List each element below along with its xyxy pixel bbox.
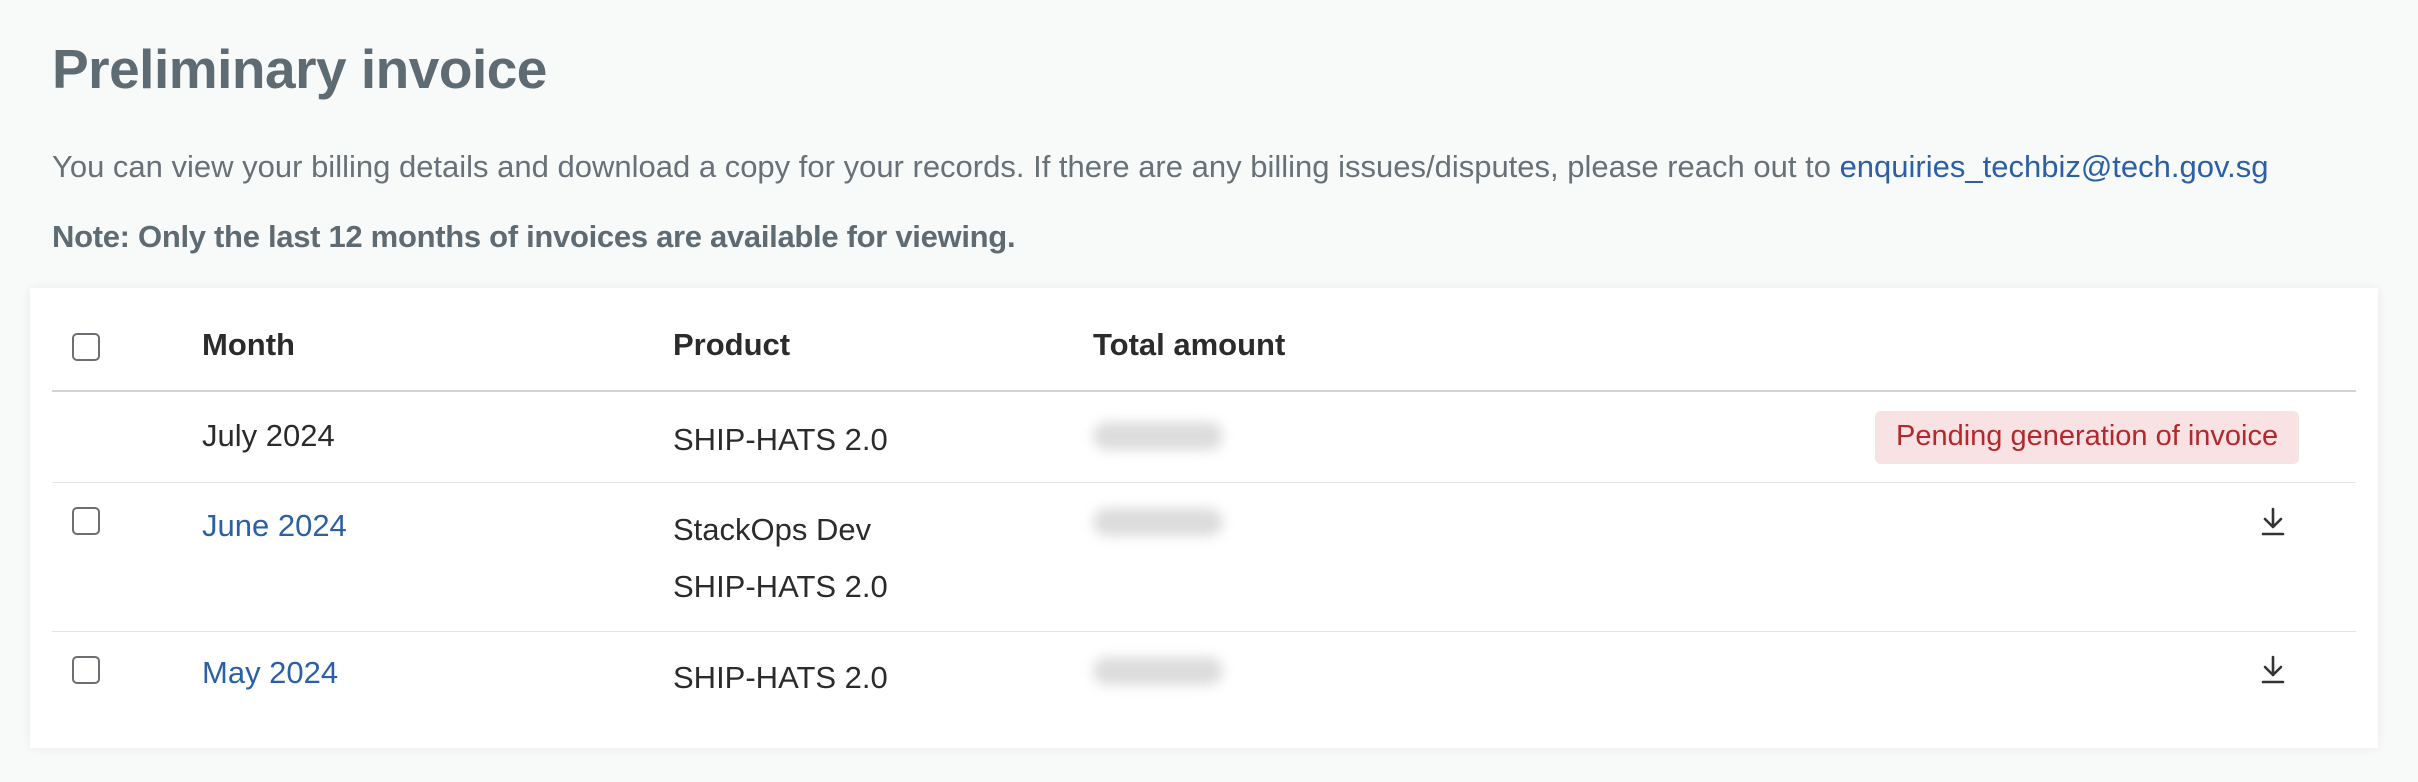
month-cell: July 2024 [202, 418, 335, 453]
intro-text: You can view your billing details and do… [52, 148, 2269, 185]
download-icon[interactable] [2260, 655, 2286, 685]
invoice-table: Month Product Total amount July 2024 SHI… [52, 288, 2356, 782]
table-row: May 2024 SHIP-HATS 2.0 [52, 632, 2356, 782]
table-row: July 2024 SHIP-HATS 2.0 Pending generati… [52, 392, 2356, 483]
product-cell: SHIP-HATS 2.0 [673, 660, 888, 695]
redacted-amount [1093, 422, 1223, 450]
status-badge: Pending generation of invoice [1875, 411, 2300, 464]
table-header-row: Month Product Total amount [52, 288, 2356, 392]
table-row: June 2024 StackOps Dev SHIP-HATS 2.0 [52, 483, 2356, 632]
row-checkbox[interactable] [72, 656, 100, 684]
total-amount-cell [1093, 421, 1223, 458]
product-cell: SHIP-HATS 2.0 [673, 422, 888, 457]
total-amount-cell [1093, 507, 1223, 544]
redacted-amount [1093, 657, 1223, 685]
column-header-month: Month [202, 327, 295, 362]
column-header-product: Product [673, 327, 791, 362]
month-link[interactable]: June 2024 [202, 507, 347, 544]
product-cell: SHIP-HATS 2.0 [673, 569, 888, 604]
row-checkbox[interactable] [72, 507, 100, 535]
month-link[interactable]: May 2024 [202, 654, 338, 691]
redacted-amount [1093, 508, 1223, 536]
download-icon[interactable] [2260, 507, 2286, 537]
intro-description: You can view your billing details and do… [52, 149, 1840, 184]
invoice-table-card: Month Product Total amount July 2024 SHI… [30, 288, 2378, 748]
product-cell: StackOps Dev [673, 512, 872, 547]
page-title: Preliminary invoice [52, 38, 547, 100]
select-all-checkbox[interactable] [72, 333, 100, 361]
support-email-link[interactable]: enquiries_techbiz@tech.gov.sg [1840, 149, 2269, 184]
availability-note: Note: Only the last 12 months of invoice… [52, 219, 1016, 254]
total-amount-cell [1093, 656, 1223, 693]
column-header-total-amount: Total amount [1093, 327, 1286, 362]
